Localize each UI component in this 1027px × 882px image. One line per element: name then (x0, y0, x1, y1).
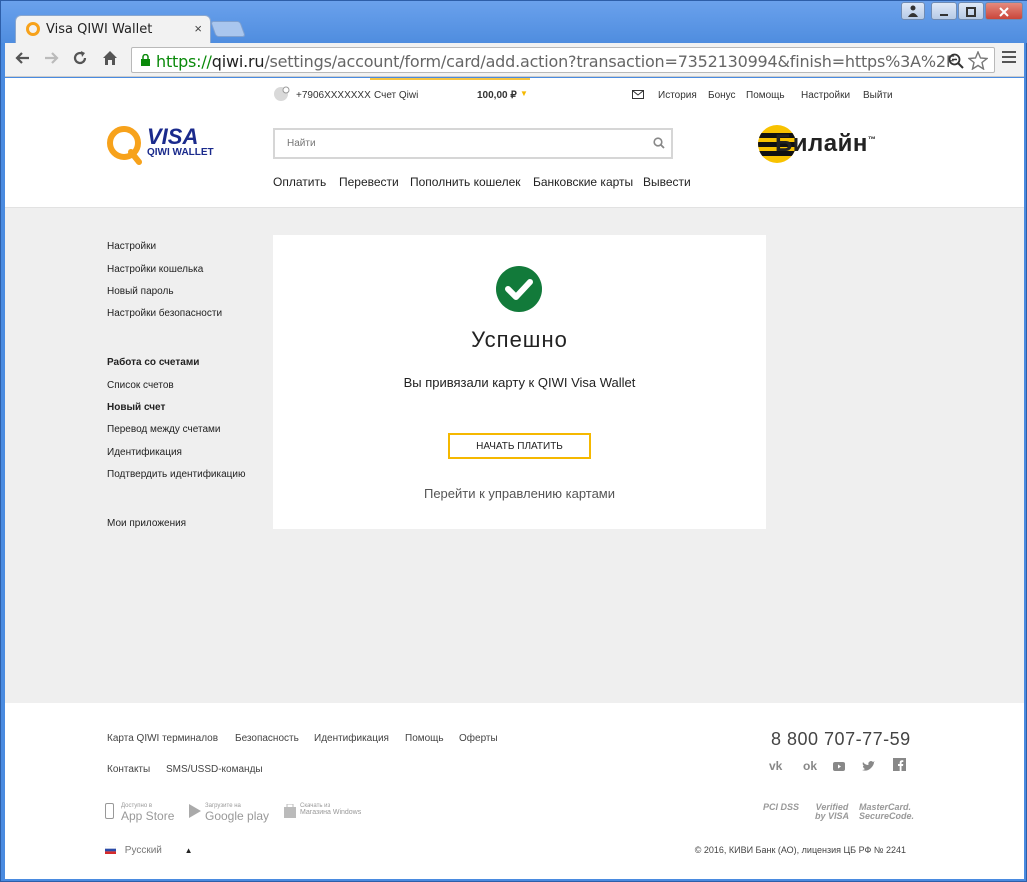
russian-flag-icon (104, 846, 117, 855)
sidebar-item-wallet-settings[interactable]: Настройки кошелька (107, 264, 203, 275)
footer-link-terminals-map[interactable]: Карта QIWI терминалов (107, 733, 218, 744)
footer-link-sms-ussd[interactable]: SMS/USSD-команды (166, 764, 263, 775)
qiwi-favicon-icon (26, 22, 40, 36)
sidebar-section-accounts[interactable]: Работа со счетами (107, 357, 199, 368)
phone-icon (105, 803, 114, 819)
manage-cards-link[interactable]: Перейти к управлению картами (273, 486, 766, 501)
app-store-badge[interactable]: Доступно в App Store (105, 803, 174, 823)
home-icon[interactable] (99, 49, 121, 72)
language-selector[interactable]: Русский ▲ (104, 845, 193, 856)
site-header: +7906XXXXXXX Счет Qiwi 100,00 ₽ ▼ Истори… (5, 78, 1024, 208)
sidebar-item-new-password[interactable]: Новый пароль (107, 286, 174, 297)
user-icon[interactable] (901, 2, 925, 20)
qiwi-visa-logo[interactable]: VISA QIWI WALLET (105, 124, 225, 171)
close-window-button[interactable] (985, 2, 1023, 20)
link-bonus[interactable]: Бонус (708, 90, 736, 101)
new-tab-button[interactable] (210, 21, 246, 37)
zoom-icon[interactable] (948, 53, 964, 69)
footer-link-security[interactable]: Безопасность (235, 733, 299, 744)
balance-value[interactable]: 100,00 ₽ (477, 90, 517, 101)
windows-store-badge[interactable]: Скачать из Магазина Windows (284, 803, 361, 818)
vk-icon[interactable]: vk (769, 759, 782, 773)
nav-bank-cards[interactable]: Банковские карты (533, 175, 633, 189)
link-logout[interactable]: Выйти (863, 90, 893, 101)
pci-dss-badge: PCI DSS (763, 802, 800, 812)
sidebar-item-confirm-identification[interactable]: Подтвердить идентификацию (107, 469, 245, 480)
start-paying-button[interactable]: НАЧАТЬ ПЛАТИТЬ (448, 433, 591, 459)
success-title: Успешно (471, 327, 568, 352)
mastercard-securecode-badge: MasterCard. SecureCode. (859, 802, 915, 821)
qiwi-wallet-wordmark: QIWI WALLET (147, 147, 214, 158)
bookmark-star-icon[interactable] (968, 51, 988, 70)
windows-store-icon (284, 804, 296, 818)
reload-icon[interactable] (69, 49, 91, 72)
sidebar-item-account-list[interactable]: Список счетов (107, 380, 174, 391)
forward-arrow-icon[interactable] (41, 49, 63, 72)
link-history[interactable]: История (658, 90, 697, 101)
browser-toolbar: https://qiwi.ru/settings/account/form/ca… (5, 43, 1024, 77)
mail-icon[interactable] (632, 90, 644, 99)
success-message: Вы привязали карту к QIWI Visa Wallet (403, 375, 636, 390)
footer-link-help[interactable]: Помощь (405, 733, 444, 744)
sidebar-item-new-account[interactable]: Новый счет (107, 402, 165, 413)
twitter-icon[interactable] (862, 761, 875, 772)
site-footer: Карта QIWI терминалов Безопасность Идент… (5, 703, 1024, 879)
search-icon[interactable] (653, 137, 665, 149)
url-text: https://qiwi.ru/settings/account/form/ca… (156, 52, 956, 71)
footer-link-offers[interactable]: Оферты (459, 733, 498, 744)
support-phone[interactable]: 8 800 707-77-59 (771, 729, 911, 750)
play-icon (189, 804, 201, 818)
verified-by-visa-badge: Verified by VISA (814, 802, 849, 821)
nav-withdraw[interactable]: Вывести (643, 175, 691, 189)
balance-dropdown-icon[interactable]: ▼ (520, 89, 528, 98)
browser-tab[interactable]: Visa QIWI Wallet × (15, 15, 211, 43)
address-bar[interactable]: https://qiwi.ru/settings/account/form/ca… (131, 47, 995, 73)
success-card: Успешно Вы привязали карту к QIWI Visa W… (273, 235, 766, 529)
maximize-button[interactable] (958, 2, 984, 20)
back-arrow-icon[interactable] (11, 49, 33, 72)
user-phone[interactable]: +7906XXXXXXX (296, 90, 371, 101)
footer-link-contacts[interactable]: Контакты (107, 764, 150, 775)
sidebar-item-identification[interactable]: Идентификация (107, 447, 182, 458)
sidebar-item-settings[interactable]: Настройки (107, 241, 156, 252)
language-caret-icon[interactable]: ▲ (185, 846, 193, 855)
copyright: © 2016, КИВИ Банк (АО), лицензия ЦБ РФ №… (694, 845, 906, 855)
youtube-icon[interactable] (833, 760, 845, 772)
link-settings[interactable]: Настройки (801, 90, 850, 101)
google-play-badge[interactable]: Загрузите на Google play (189, 803, 269, 823)
browser-menu-icon[interactable] (1002, 51, 1016, 66)
success-check-icon (496, 266, 542, 312)
sidebar-item-transfer-between[interactable]: Перевод между счетами (107, 424, 220, 435)
account-label[interactable]: Счет Qiwi (374, 90, 418, 101)
nav-topup[interactable]: Пополнить кошелек (410, 175, 521, 189)
link-help[interactable]: Помощь (746, 90, 785, 101)
sidebar-item-security[interactable]: Настройки безопасности (107, 308, 222, 319)
facebook-icon[interactable] (893, 758, 906, 771)
sidebar-item-my-apps[interactable]: Мои приложения (107, 518, 186, 529)
search-input[interactable] (275, 130, 635, 157)
footer-link-identification[interactable]: Идентификация (314, 733, 389, 744)
balance-indicator-line (370, 78, 530, 80)
browser-window: Visa QIWI Wallet × https://qiwi.ru/setti… (0, 0, 1027, 882)
minimize-button[interactable] (931, 2, 957, 20)
tab-close-icon[interactable]: × (194, 21, 202, 36)
nav-pay[interactable]: Оплатить (273, 175, 326, 189)
search-box (273, 128, 673, 159)
nav-transfer[interactable]: Перевести (339, 175, 399, 189)
beeline-wordmark: Билайн™ (775, 130, 877, 157)
odnoklassniki-icon[interactable]: ok (803, 759, 817, 773)
page-viewport: +7906XXXXXXX Счет Qiwi 100,00 ₽ ▼ Истори… (5, 78, 1024, 879)
avatar[interactable] (273, 85, 291, 103)
title-bar: Visa QIWI Wallet × (1, 1, 1027, 43)
language-label: Русский (124, 845, 162, 856)
tab-title: Visa QIWI Wallet (46, 22, 153, 37)
lock-icon (141, 54, 150, 66)
